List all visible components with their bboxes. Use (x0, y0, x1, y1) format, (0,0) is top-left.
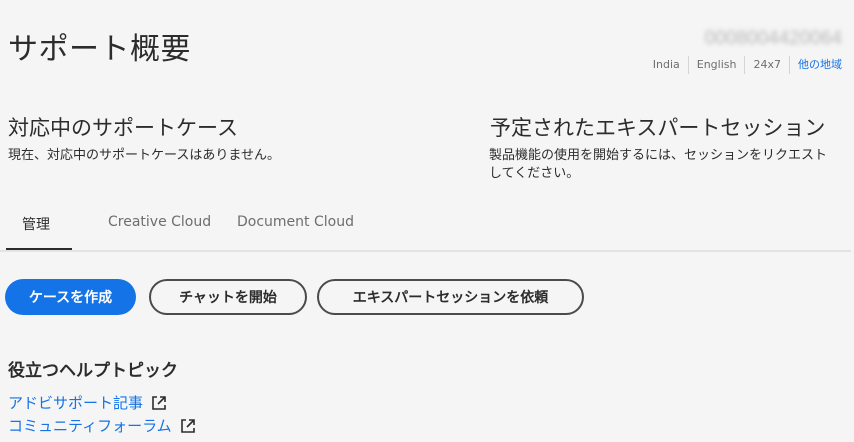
country-label: India (645, 56, 689, 74)
language-label: English (689, 56, 746, 74)
other-regions-link[interactable]: 他の地域 (790, 56, 842, 74)
tab-document-cloud[interactable]: Document Cloud (237, 214, 354, 248)
external-link-icon (152, 395, 166, 410)
community-forum-link[interactable]: コミュニティフォーラム (8, 415, 196, 436)
expert-sessions-text: 製品機能の使用を開始するには、セッションをリクエストしてください。 (489, 148, 828, 181)
external-link-icon (180, 418, 195, 433)
create-case-button[interactable]: ケースを作成 (5, 279, 136, 315)
page-title: サポート概要 (8, 32, 191, 67)
help-topics-heading: 役立つヘルプトピック (8, 361, 178, 381)
tab-creative-cloud[interactable]: Creative Cloud (108, 214, 211, 248)
account-id: 0008004420064 (704, 28, 842, 49)
support-articles-link[interactable]: アドビサポート記事 (8, 392, 167, 413)
active-tab-indicator (6, 248, 72, 250)
request-expert-session-button[interactable]: エキスパートセッションを依頼 (317, 279, 584, 315)
open-cases-text: 現在、対応中のサポートケースはありません。 (8, 148, 280, 163)
locale-bar: India English 24x7 他の地域 (645, 56, 842, 74)
support-articles-label: アドビサポート記事 (8, 394, 144, 412)
expert-sessions-heading: 予定されたエキスパートセッション (490, 116, 826, 140)
availability-label: 24x7 (745, 56, 790, 74)
start-chat-button[interactable]: チャットを開始 (149, 279, 307, 315)
tab-manage[interactable]: 管理 (22, 214, 50, 248)
community-forum-label: コミュニティフォーラム (8, 417, 172, 435)
tab-bar: 管理 Creative Cloud Document Cloud (0, 200, 851, 252)
open-cases-heading: 対応中のサポートケース (8, 116, 238, 140)
